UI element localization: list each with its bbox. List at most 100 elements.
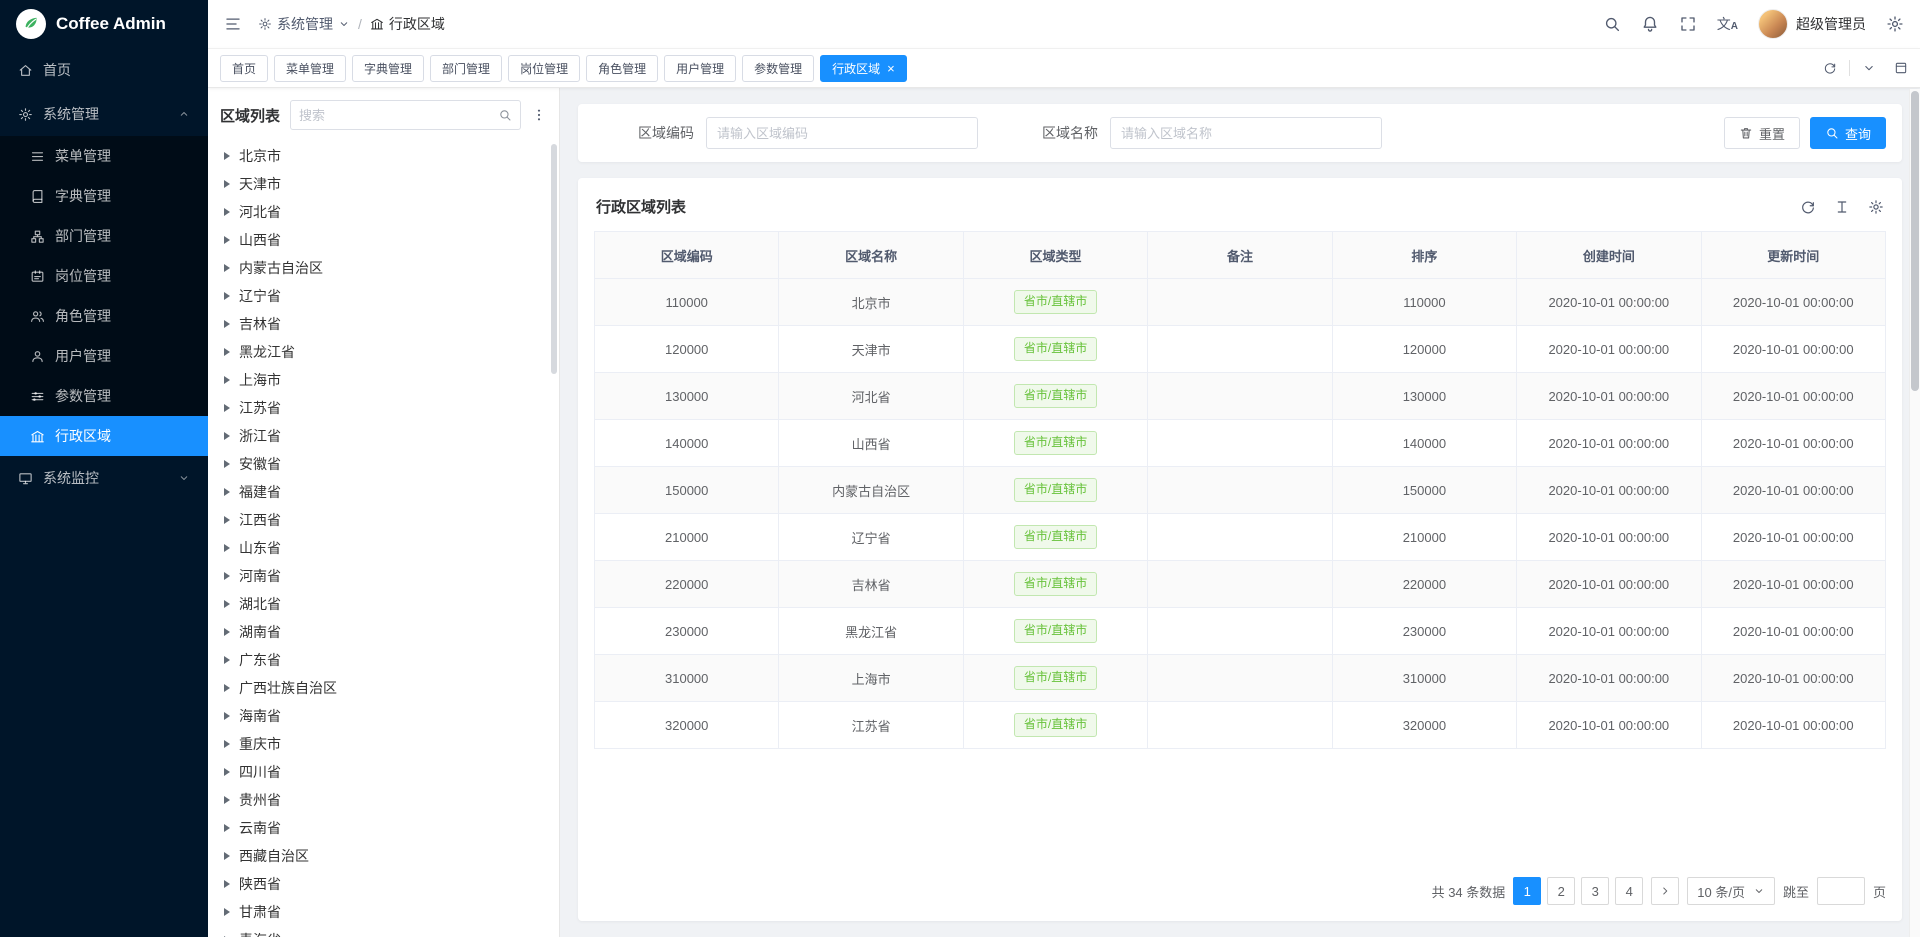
tab[interactable]: 菜单管理 [274, 55, 346, 82]
sidebar-subitem[interactable]: 部门管理 [0, 216, 208, 256]
page-number-button[interactable]: 4 [1615, 877, 1643, 905]
tree-node[interactable]: 四川省 [208, 758, 559, 786]
tree-more-dots-icon[interactable] [531, 107, 547, 123]
fullscreen-icon[interactable] [1679, 15, 1697, 33]
expand-arrow-icon[interactable] [224, 404, 230, 412]
tree-scrollbar-thumb[interactable] [551, 144, 557, 374]
page-scrollbar-thumb[interactable] [1911, 91, 1919, 391]
tab[interactable]: 角色管理 [586, 55, 658, 82]
tree-node[interactable]: 贵州省 [208, 786, 559, 814]
tree-node[interactable]: 安徽省 [208, 450, 559, 478]
reset-button[interactable]: 重置 [1724, 117, 1800, 149]
expand-arrow-icon[interactable] [224, 628, 230, 636]
tree-node[interactable]: 湖南省 [208, 618, 559, 646]
tree-node[interactable]: 陕西省 [208, 870, 559, 898]
tree-node[interactable]: 河北省 [208, 198, 559, 226]
tree-node[interactable]: 重庆市 [208, 730, 559, 758]
tree-node[interactable]: 青海省 [208, 926, 559, 937]
expand-arrow-icon[interactable] [224, 796, 230, 804]
translate-icon[interactable]: 文A [1717, 17, 1738, 32]
sidebar-subitem[interactable]: 用户管理 [0, 336, 208, 376]
tree-node[interactable]: 吉林省 [208, 310, 559, 338]
sidebar-subitem[interactable]: 字典管理 [0, 176, 208, 216]
sidebar-subitem[interactable]: 菜单管理 [0, 136, 208, 176]
tree-node[interactable]: 广西壮族自治区 [208, 674, 559, 702]
tree-node[interactable]: 辽宁省 [208, 282, 559, 310]
sidebar-group-monitor[interactable]: 系统监控 [0, 456, 208, 500]
expand-arrow-icon[interactable] [224, 208, 230, 216]
tab[interactable]: 用户管理 [664, 55, 736, 82]
refresh-icon[interactable] [1823, 61, 1837, 75]
search-button[interactable]: 查询 [1810, 117, 1886, 149]
breadcrumb-root[interactable]: 系统管理 [258, 14, 350, 34]
sidebar-subitem[interactable]: 参数管理 [0, 376, 208, 416]
tab-options-chevron-icon[interactable] [1862, 61, 1876, 75]
table-refresh-icon[interactable] [1800, 199, 1816, 215]
tab[interactable]: 参数管理 [742, 55, 814, 82]
expand-arrow-icon[interactable] [224, 544, 230, 552]
bell-icon[interactable] [1641, 15, 1659, 33]
tab[interactable]: 部门管理 [430, 55, 502, 82]
tree-node[interactable]: 广东省 [208, 646, 559, 674]
tree-node[interactable]: 黑龙江省 [208, 338, 559, 366]
tree-node[interactable]: 海南省 [208, 702, 559, 730]
tree-node[interactable]: 上海市 [208, 366, 559, 394]
tree-node[interactable]: 西藏自治区 [208, 842, 559, 870]
expand-arrow-icon[interactable] [224, 488, 230, 496]
expand-arrow-icon[interactable] [224, 236, 230, 244]
sidebar-subitem[interactable]: 角色管理 [0, 296, 208, 336]
search-icon[interactable] [498, 108, 512, 122]
expand-arrow-icon[interactable] [224, 712, 230, 720]
app-logo[interactable]: Coffee Admin [0, 0, 208, 48]
page-jump-input[interactable] [1817, 877, 1865, 905]
page-number-button[interactable]: 1 [1513, 877, 1541, 905]
tree-node[interactable]: 浙江省 [208, 422, 559, 450]
expand-arrow-icon[interactable] [224, 320, 230, 328]
next-page-button[interactable] [1651, 877, 1679, 905]
expand-arrow-icon[interactable] [224, 432, 230, 440]
sidebar-subitem[interactable]: 岗位管理 [0, 256, 208, 296]
tree-node[interactable]: 天津市 [208, 170, 559, 198]
page-size-select[interactable]: 10 条/页 [1687, 877, 1775, 905]
table-density-icon[interactable] [1834, 199, 1850, 215]
expand-arrow-icon[interactable] [224, 684, 230, 692]
tree-node[interactable]: 内蒙古自治区 [208, 254, 559, 282]
tree-node[interactable]: 江苏省 [208, 394, 559, 422]
tree-node[interactable]: 江西省 [208, 506, 559, 534]
expand-arrow-icon[interactable] [224, 376, 230, 384]
expand-arrow-icon[interactable] [224, 824, 230, 832]
expand-arrow-icon[interactable] [224, 572, 230, 580]
expand-arrow-icon[interactable] [224, 768, 230, 776]
settings-gear-icon[interactable] [1886, 15, 1904, 33]
sidebar-subitem[interactable]: 行政区域 [0, 416, 208, 456]
page-number-button[interactable]: 3 [1581, 877, 1609, 905]
expand-arrow-icon[interactable] [224, 516, 230, 524]
tree-search-input[interactable] [299, 108, 492, 123]
tree-node[interactable]: 福建省 [208, 478, 559, 506]
sidebar-collapse-icon[interactable] [224, 15, 242, 33]
expand-arrow-icon[interactable] [224, 264, 230, 272]
expand-arrow-icon[interactable] [224, 152, 230, 160]
expand-arrow-icon[interactable] [224, 880, 230, 888]
expand-arrow-icon[interactable] [224, 180, 230, 188]
search-icon[interactable] [1603, 15, 1621, 33]
expand-arrow-icon[interactable] [224, 600, 230, 608]
user-menu[interactable]: 超级管理员 [1758, 9, 1866, 39]
tab[interactable]: 字典管理 [352, 55, 424, 82]
expand-arrow-icon[interactable] [224, 908, 230, 916]
expand-arrow-icon[interactable] [224, 740, 230, 748]
table-settings-gear-icon[interactable] [1868, 199, 1884, 215]
tab[interactable]: 行政区域 × [820, 55, 907, 82]
expand-arrow-icon[interactable] [224, 460, 230, 468]
region-code-input[interactable] [706, 117, 978, 149]
expand-arrow-icon[interactable] [224, 656, 230, 664]
tree-node[interactable]: 甘肃省 [208, 898, 559, 926]
tree-node[interactable]: 湖北省 [208, 590, 559, 618]
sidebar-group-system[interactable]: 系统管理 [0, 92, 208, 136]
tab[interactable]: 首页 [220, 55, 268, 82]
tab[interactable]: 岗位管理 [508, 55, 580, 82]
sidebar-item-home[interactable]: 首页 [0, 48, 208, 92]
tab-close-icon[interactable]: × [887, 62, 895, 75]
expand-arrow-icon[interactable] [224, 348, 230, 356]
tree-node[interactable]: 云南省 [208, 814, 559, 842]
